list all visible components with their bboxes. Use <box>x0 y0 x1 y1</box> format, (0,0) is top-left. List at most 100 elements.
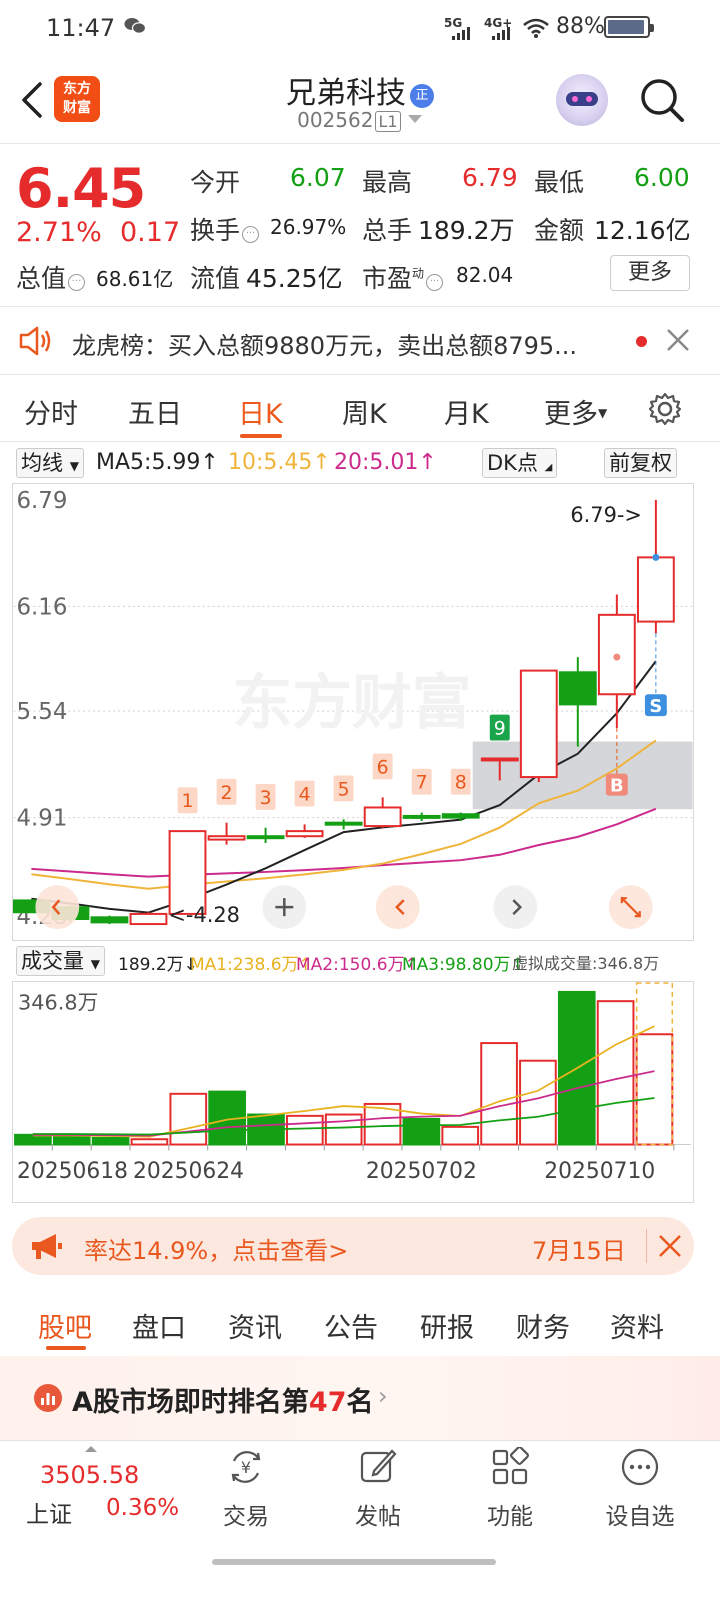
name-badge: 正 <box>410 84 434 108</box>
tab-news[interactable]: 资讯 <box>228 1306 282 1345</box>
candle <box>519 669 558 779</box>
stock-title: 兄弟科技正 <box>0 68 720 112</box>
volume-ma3: MA3:98.80万↑ <box>402 955 525 975</box>
virtual-volume: 虚拟成交量:346.8万 <box>512 954 660 973</box>
info-icon[interactable]: ··· <box>242 226 260 243</box>
signal-bars-2-icon <box>492 27 510 40</box>
volume-bar <box>635 1033 674 1146</box>
volume-selector[interactable]: 成交量 ▼ <box>16 946 105 976</box>
battery-icon <box>604 16 654 38</box>
tab-profile[interactable]: 资料 <box>610 1306 664 1345</box>
tab-five-day[interactable]: 五日 <box>128 392 182 431</box>
tab-intraday[interactable]: 分时 <box>24 392 78 431</box>
tab-research[interactable]: 研报 <box>420 1306 474 1345</box>
volume-ma1: MA1:238.6万↑ <box>190 955 313 975</box>
tab-announcements[interactable]: 公告 <box>324 1306 378 1345</box>
candle <box>441 813 480 819</box>
volume-bar <box>441 1125 480 1146</box>
candle <box>324 821 363 826</box>
max-price-marker: 6.79-> <box>570 503 642 527</box>
level-badge: L1 <box>375 111 401 132</box>
info-icon[interactable]: ··· <box>68 274 86 291</box>
status-bar: 11:47 5G 4G+ 88% <box>0 0 720 58</box>
nav-functions[interactable]: 功能 <box>460 1441 560 1541</box>
content-tabs: 股吧 盘口 资讯 公告 研报 财务 资料 <box>0 1290 720 1354</box>
volume-summary: 189.2万↓ <box>118 955 198 975</box>
bottom-nav: 3505.58 上证 0.36% ¥ 交易 发帖 功能 设自选 <box>0 1440 720 1570</box>
battery-percent: 88% <box>556 14 605 39</box>
speaker-icon <box>19 326 51 356</box>
tab-daily-k[interactable]: 日K <box>238 392 283 431</box>
tab-pankou[interactable]: 盘口 <box>132 1306 186 1345</box>
signal-number: 6 <box>377 756 389 778</box>
x-axis-label: 20250624 <box>133 1159 244 1184</box>
ma20-value: 20:5.01↑ <box>334 450 437 475</box>
tab-monthly-k[interactable]: 月K <box>444 392 489 431</box>
chevron-right-button[interactable] <box>493 885 538 930</box>
high-value: 6.79 <box>462 163 518 192</box>
y-tick-label: 6.16 <box>16 594 67 620</box>
chevron-down-icon <box>407 115 422 123</box>
index-percent[interactable]: 0.36% <box>106 1495 179 1521</box>
quote-panel: 6.45 2.71% 0.17 今开 6.07 最高 6.79 最低 6.00 … <box>0 145 720 307</box>
volume-chart[interactable]: 346.8万 20250618 20250624 20250702 20250710 <box>12 981 694 1203</box>
index-value[interactable]: 3505.58 <box>40 1461 139 1489</box>
signal-number: 5 <box>338 778 350 800</box>
tab-weekly-k[interactable]: 周K <box>342 392 387 431</box>
promo-text[interactable]: 率达14.9%，点击查看> <box>84 1231 348 1266</box>
index-name[interactable]: 上证 <box>26 1495 72 1529</box>
market-rank-strip[interactable]: A股市场即时排名第47名 › <box>0 1356 720 1440</box>
ma-selector[interactable]: 均线 ▼ <box>16 448 84 478</box>
pe-label: 市盈动··· <box>362 259 445 295</box>
volume-bar <box>130 1138 169 1146</box>
last-price: 6.45 <box>16 157 146 220</box>
signal-number: 1 <box>182 790 194 812</box>
ma20-line <box>31 807 657 878</box>
candle <box>402 814 441 819</box>
watermark-text: 东方财富 <box>233 669 472 738</box>
close-promo-icon[interactable] <box>656 1232 684 1260</box>
notice-text[interactable]: 龙虎榜：买入总额9880万元，卖出总额8795... <box>72 326 602 361</box>
notice-bar[interactable]: 龙虎榜：买入总额9880万元，卖出总额8795... <box>0 308 720 375</box>
nav-trade-label: 交易 <box>223 1504 269 1530</box>
caret-up-icon <box>85 1446 97 1452</box>
ai-robot-avatar[interactable] <box>556 74 608 126</box>
gear-icon[interactable] <box>648 392 682 426</box>
volume-value: 189.2万 <box>418 216 515 245</box>
stock-code-row[interactable]: 002562 L1 <box>0 108 720 132</box>
period-tabs: 分时 五日 日K 周K 月K 更多▼ <box>0 376 720 442</box>
more-quote-button[interactable]: 更多 <box>610 255 690 291</box>
pe-value: 82.04 <box>456 263 514 287</box>
tab-finance[interactable]: 财务 <box>516 1306 570 1345</box>
adjust-price-button[interactable]: 前复权 <box>604 448 677 478</box>
tab-guba[interactable]: 股吧 <box>38 1306 92 1345</box>
signal-number: 7 <box>416 772 428 794</box>
ma-indicator-row: 均线 ▼ MA5:5.99↑ 10:5.45↑ 20:5.01↑ DK点 ◢ 前… <box>0 446 720 482</box>
nav-add-watchlist[interactable]: 设自选 <box>590 1441 690 1541</box>
promo-banner[interactable]: 率达14.9%，点击查看> 7月15日 <box>12 1217 694 1275</box>
nav-post-label: 发帖 <box>355 1504 401 1530</box>
x-axis-label: 20250702 <box>366 1159 477 1184</box>
grid-icon <box>492 1447 529 1485</box>
candlestick-chart[interactable]: 6.796.165.544.914.28东方财富123456789BS6.79-… <box>12 483 694 941</box>
close-icon[interactable] <box>664 326 692 354</box>
chevron-left-button[interactable] <box>35 885 80 930</box>
stock-code: 002562 <box>297 108 374 132</box>
rank-text: A股市场即时排名第47名 <box>72 1387 374 1418</box>
y-tick-label: 6.79 <box>16 488 67 514</box>
promo-divider <box>646 1229 647 1263</box>
info-icon[interactable]: ··· <box>426 274 444 291</box>
nav-trade[interactable]: ¥ 交易 <box>196 1441 296 1541</box>
volume-bar <box>596 1000 635 1146</box>
buy-dot <box>613 653 621 661</box>
rank-chart-icon <box>34 1384 62 1412</box>
dk-point-button[interactable]: DK点 ◢ <box>482 448 558 478</box>
open-value: 6.07 <box>290 163 346 192</box>
volume-bar <box>169 1092 208 1146</box>
mktcap-value: 68.61亿 <box>96 267 174 291</box>
tab-more[interactable]: 更多▼ <box>544 392 607 431</box>
nav-post[interactable]: 发帖 <box>328 1441 428 1541</box>
support-zone <box>472 741 693 810</box>
x-axis-label: 20250710 <box>544 1159 655 1184</box>
search-icon[interactable] <box>638 76 686 124</box>
